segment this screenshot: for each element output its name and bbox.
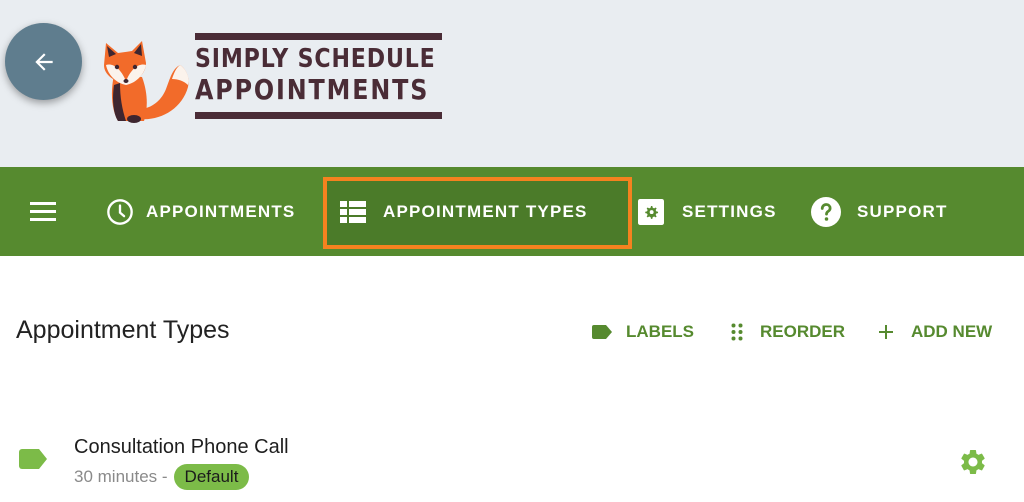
nav-label: SETTINGS [682, 201, 777, 221]
appointment-type-title[interactable]: Consultation Phone Call [74, 436, 289, 459]
nav-item-appointments[interactable]: APPOINTMENTS [106, 167, 295, 256]
reorder-button[interactable]: REORDER [731, 318, 845, 346]
nav-label: APPOINTMENT TYPES [383, 201, 588, 221]
logo: SIMPLY SCHEDULE APPOINTMENTS [100, 30, 445, 123]
page-title: Appointment Types [16, 316, 230, 344]
appointment-duration: 30 minutes - [74, 467, 168, 486]
plus-icon [878, 324, 894, 340]
label-tag-icon [592, 325, 612, 339]
logo-text: SIMPLY SCHEDULE APPOINTMENTS [195, 30, 443, 122]
default-badge: Default [173, 464, 250, 490]
back-button[interactable] [5, 23, 82, 100]
logo-bar-bottom [195, 112, 442, 119]
gear-icon[interactable] [958, 447, 988, 482]
main-nav: APPOINTMENTS APPOINTMENT TYPES SETTINGS … [0, 167, 1024, 256]
nav-label: SUPPORT [857, 201, 948, 221]
add-new-label: ADD NEW [911, 322, 993, 341]
logo-line-2: APPOINTMENTS [195, 73, 430, 106]
list-icon [340, 200, 366, 223]
fox-icon [104, 41, 189, 123]
label-tag-icon [19, 449, 47, 474]
nav-label: APPOINTMENTS [146, 201, 296, 221]
appointment-type-details: 30 minutes - Default [74, 464, 250, 490]
nav-item-settings[interactable]: SETTINGS [638, 167, 777, 256]
drag-dots-icon [731, 323, 743, 341]
hamburger-menu-icon[interactable] [30, 202, 56, 222]
reorder-label: REORDER [760, 322, 846, 341]
labels-label: LABELS [626, 322, 694, 341]
help-circle-icon [811, 196, 841, 227]
arrow-left-icon [34, 52, 53, 71]
logo-bar-top [195, 33, 442, 40]
gear-box-icon [638, 198, 664, 225]
labels-button[interactable]: LABELS [592, 318, 694, 346]
nav-item-support[interactable]: SUPPORT [811, 167, 948, 256]
add-new-button[interactable]: ADD NEW [878, 318, 992, 346]
logo-line-1: SIMPLY SCHEDULE [195, 44, 436, 74]
appointment-type-row[interactable]: Consultation Phone Call 30 minutes - Def… [0, 428, 1024, 502]
nav-item-appointment-types[interactable]: APPOINTMENT TYPES [340, 167, 588, 256]
clock-icon [106, 198, 134, 226]
header: SIMPLY SCHEDULE APPOINTMENTS [0, 0, 1024, 167]
